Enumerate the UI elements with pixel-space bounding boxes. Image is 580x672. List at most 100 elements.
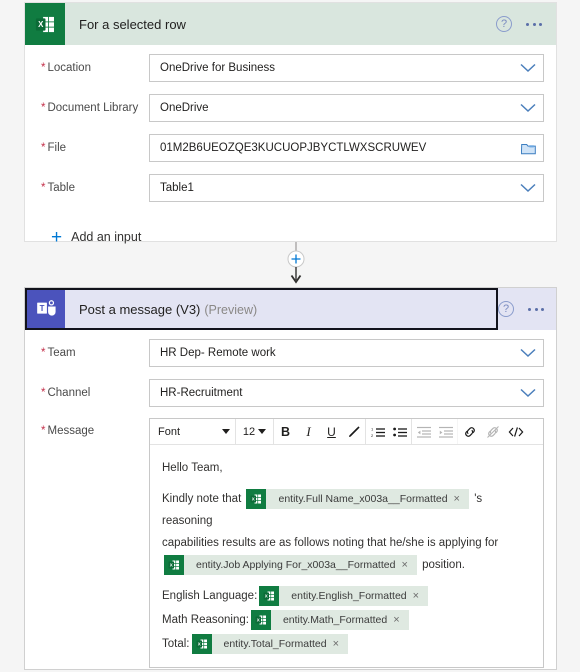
token-chip-full-name[interactable]: X entity.Full Name_x003a__Formatted × xyxy=(246,488,469,510)
chevron-down-icon xyxy=(258,429,267,434)
message-rich-text-editor[interactable]: Font 12 B I U 1 2 Hello Team, Kindly not… xyxy=(149,418,544,668)
teams-card-body: * Team HR Dep- Remote work * Channel HR-Re… xyxy=(25,336,556,672)
field-location[interactable]: OneDrive for Business xyxy=(149,54,544,82)
card-header-actions: ? xyxy=(498,288,558,330)
close-icon[interactable]: × xyxy=(333,633,348,655)
token-chip-math[interactable]: X entity.Math_Formatted × xyxy=(250,609,409,631)
message-label-total: Total: xyxy=(162,638,190,650)
more-menu-icon[interactable] xyxy=(526,22,542,26)
help-circle-icon[interactable]: ? xyxy=(498,301,514,317)
folder-picker-icon[interactable] xyxy=(513,142,543,155)
card-title-text: Post a message (V3) xyxy=(79,301,201,317)
field-label-table: * Table xyxy=(41,182,75,194)
message-label-english: English Language: xyxy=(162,590,258,602)
message-text-line3: capabilities results are as follows noti… xyxy=(162,537,499,549)
italic-button[interactable]: I xyxy=(297,419,320,444)
unlink-icon[interactable] xyxy=(481,419,504,444)
message-text-pre: Kindly note that xyxy=(162,493,242,505)
decrease-indent-icon[interactable] xyxy=(412,419,435,444)
chevron-down-icon[interactable] xyxy=(513,103,543,113)
card-title-excel: For a selected row xyxy=(79,16,186,32)
chevron-down-icon xyxy=(222,429,230,434)
help-circle-icon[interactable]: ? xyxy=(496,16,512,32)
excel-token-icon: X xyxy=(246,488,267,509)
bold-button[interactable]: B xyxy=(274,419,297,444)
link-icon[interactable] xyxy=(458,419,481,444)
numbered-list-icon[interactable]: 1 2 xyxy=(366,419,389,444)
chevron-down-icon[interactable] xyxy=(513,183,543,193)
chevron-down-icon[interactable] xyxy=(513,388,543,398)
required-asterisk: * xyxy=(41,182,46,194)
excel-token-icon: X xyxy=(164,554,184,575)
field-value-channel: HR-Recruitment xyxy=(160,387,243,399)
svg-text:X: X xyxy=(252,496,255,501)
token-chip-label: entity.Full Name_x003a__Formatted xyxy=(278,492,448,505)
field-label-file: * File xyxy=(41,142,67,154)
card-header-teams[interactable]: T Post a message (V3) (Preview) ? xyxy=(25,288,556,330)
field-row-document-library: * Document Library OneDrive xyxy=(25,91,556,125)
field-label-location: * Location xyxy=(41,62,91,74)
message-line-total: Total: X entity.Total_Formatted × xyxy=(162,633,533,655)
underline-button[interactable]: U xyxy=(320,419,343,444)
field-row-file: * File 01M2B6UEOZQE3KUCUOPJBYCTLWXSCRUWEV xyxy=(25,131,556,165)
action-card-teams[interactable]: T Post a message (V3) (Preview) ? * Team H… xyxy=(24,287,557,670)
token-chip-label: entity.Math_Formatted xyxy=(282,613,388,626)
svg-text:2: 2 xyxy=(371,433,374,438)
message-text-post2: position. xyxy=(422,559,465,571)
chevron-down-icon[interactable] xyxy=(513,348,543,358)
font-size-dropdown[interactable]: 12 xyxy=(236,419,274,444)
field-document-library[interactable]: OneDrive xyxy=(149,94,544,122)
font-family-value: Font xyxy=(158,425,181,438)
token-chip-job-applying-for[interactable]: X entity.Job Applying For_x003a__Formatt… xyxy=(164,554,417,576)
required-asterisk: * xyxy=(41,347,46,359)
field-label-team: * Team xyxy=(41,347,76,359)
required-asterisk: * xyxy=(41,62,46,74)
font-size-value: 12 xyxy=(242,425,256,438)
field-label-channel: * Channel xyxy=(41,387,91,399)
field-table[interactable]: Table1 xyxy=(149,174,544,202)
card-header-main[interactable]: X For a selected row xyxy=(25,3,341,45)
svg-text:X: X xyxy=(265,593,268,598)
field-row-message: * Message Font 12 B I U 1 2 Hello Team, … xyxy=(25,418,556,668)
bulleted-list-icon[interactable] xyxy=(389,419,412,444)
svg-text:X: X xyxy=(197,641,200,646)
token-chip-label: entity.English_Formatted xyxy=(291,589,407,602)
token-chip-total[interactable]: X entity.Total_Formatted × xyxy=(191,633,349,655)
excel-icon: X xyxy=(25,3,65,45)
required-asterisk: * xyxy=(41,142,46,154)
flow-designer-canvas: X For a selected row ? * Location OneDriv… xyxy=(0,0,580,672)
token-chip-label: entity.Job Applying For_x003a__Formatted xyxy=(196,558,396,571)
action-card-excel[interactable]: X For a selected row ? * Location OneDriv… xyxy=(24,2,557,247)
field-row-team: * Team HR Dep- Remote work xyxy=(25,336,556,370)
flow-connector xyxy=(275,242,317,288)
chevron-down-icon[interactable] xyxy=(513,63,543,73)
close-icon[interactable]: × xyxy=(413,585,428,607)
field-label-document-library: * Document Library xyxy=(41,102,139,114)
message-body[interactable]: Hello Team, Kindly note that X entity.Fu… xyxy=(150,445,543,667)
more-menu-icon[interactable] xyxy=(528,307,544,311)
plus-icon: + xyxy=(51,226,63,248)
field-channel[interactable]: HR-Recruitment xyxy=(149,379,544,407)
close-icon[interactable]: × xyxy=(454,488,469,510)
field-value-document-library: OneDrive xyxy=(160,102,209,114)
excel-token-icon: X xyxy=(250,609,271,630)
increase-indent-icon[interactable] xyxy=(435,419,458,444)
card-header-excel[interactable]: X For a selected row ? xyxy=(25,3,556,45)
required-asterisk: * xyxy=(41,387,46,399)
font-family-dropdown[interactable]: Font xyxy=(150,419,236,444)
token-chip-english[interactable]: X entity.English_Formatted × xyxy=(259,585,429,607)
svg-text:T: T xyxy=(40,304,45,313)
message-line-greeting: Hello Team, xyxy=(162,462,223,474)
highlighter-icon[interactable] xyxy=(343,419,366,444)
card-header-main-selected[interactable]: T Post a message (V3) (Preview) xyxy=(25,288,498,330)
field-file[interactable]: 01M2B6UEOZQE3KUCUOPJBYCTLWXSCRUWEV xyxy=(149,134,544,162)
token-chip-label: entity.Total_Formatted xyxy=(223,637,327,650)
field-team[interactable]: HR Dep- Remote work xyxy=(149,339,544,367)
card-header-actions: ? xyxy=(341,3,556,45)
code-icon[interactable] xyxy=(504,419,527,444)
message-paragraph-1: Kindly note that X entity.Full Name_x003… xyxy=(162,488,533,576)
required-asterisk: * xyxy=(41,102,46,114)
excel-token-icon: X xyxy=(191,633,212,654)
close-icon[interactable]: × xyxy=(393,609,408,631)
close-icon[interactable]: × xyxy=(401,554,416,576)
